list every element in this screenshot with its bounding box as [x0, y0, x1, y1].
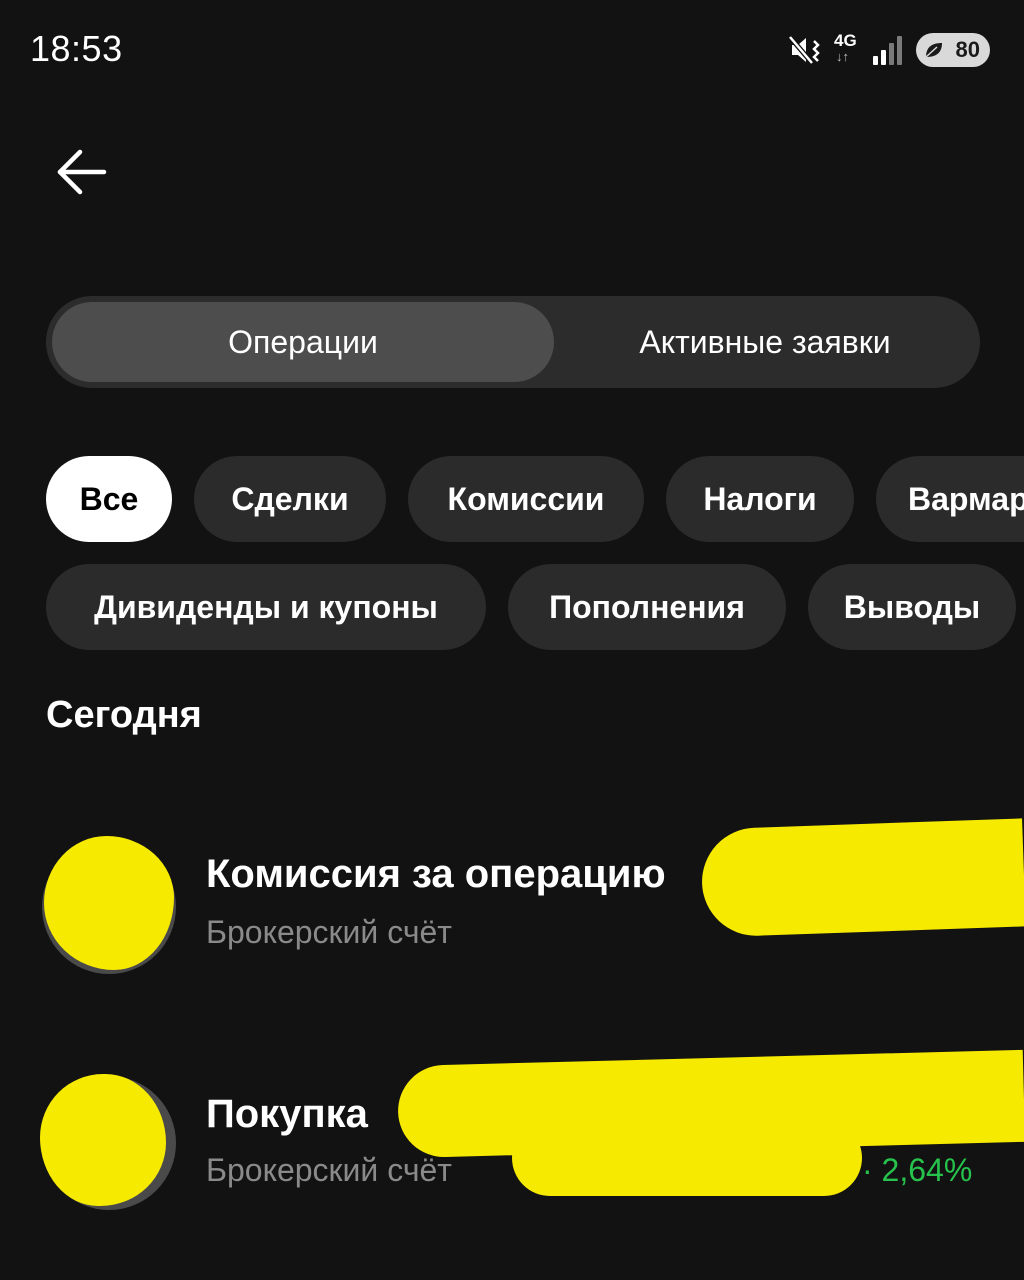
operation-subtitle: Брокерский счёт: [206, 914, 452, 950]
battery-level: 80: [955, 37, 980, 62]
filter-chip-taxes[interactable]: Налоги: [666, 456, 854, 542]
filter-chip-varmar[interactable]: Вармар: [876, 456, 1024, 542]
redaction-mark: [44, 836, 174, 970]
network-arrows: ↓↑: [836, 49, 849, 64]
operation-title: Комиссия за операцию: [206, 852, 666, 896]
filter-chip-dividends-coupons[interactable]: Дивиденды и купоны: [46, 564, 486, 650]
filter-chip-commissions[interactable]: Комиссии: [408, 456, 644, 542]
redaction-mark: [700, 818, 1024, 938]
redaction-mark: [512, 1120, 862, 1196]
filter-chip-deals[interactable]: Сделки: [194, 456, 386, 542]
filter-chip-all[interactable]: Все: [46, 456, 172, 542]
section-title-today: Сегодня: [46, 694, 202, 736]
operation-subtitle: Брокерский счёт: [206, 1152, 452, 1188]
operations-screen: 18:53 4G ↓↑ 80 Операции Активные заявки …: [0, 0, 1024, 1280]
filter-chip-deposits[interactable]: Пополнения: [508, 564, 786, 650]
tab-operations[interactable]: Операции: [52, 302, 554, 382]
mute-vibrate-icon: [788, 33, 824, 67]
battery-indicator: 80: [916, 33, 990, 67]
status-bar: 18:53 4G ↓↑ 80: [0, 0, 1024, 100]
operation-change-percent: · 2,64%: [862, 1152, 973, 1188]
redaction-mark: [40, 1074, 166, 1206]
back-button[interactable]: [50, 140, 114, 204]
operation-title: Покупка: [206, 1092, 368, 1136]
signal-bars-icon: [872, 34, 906, 66]
battery-leaf-icon: [924, 41, 944, 64]
operations-tabs: Операции Активные заявки: [46, 296, 980, 388]
filter-chip-withdrawals[interactable]: Выводы: [808, 564, 1016, 650]
status-time: 18:53: [30, 28, 123, 69]
network-type-icon: 4G ↓↑: [834, 32, 862, 68]
network-label: 4G: [834, 31, 857, 50]
arrow-left-icon: [57, 149, 107, 195]
tab-active-orders[interactable]: Активные заявки: [556, 302, 974, 382]
status-icons: 4G ↓↑ 80: [788, 30, 990, 70]
